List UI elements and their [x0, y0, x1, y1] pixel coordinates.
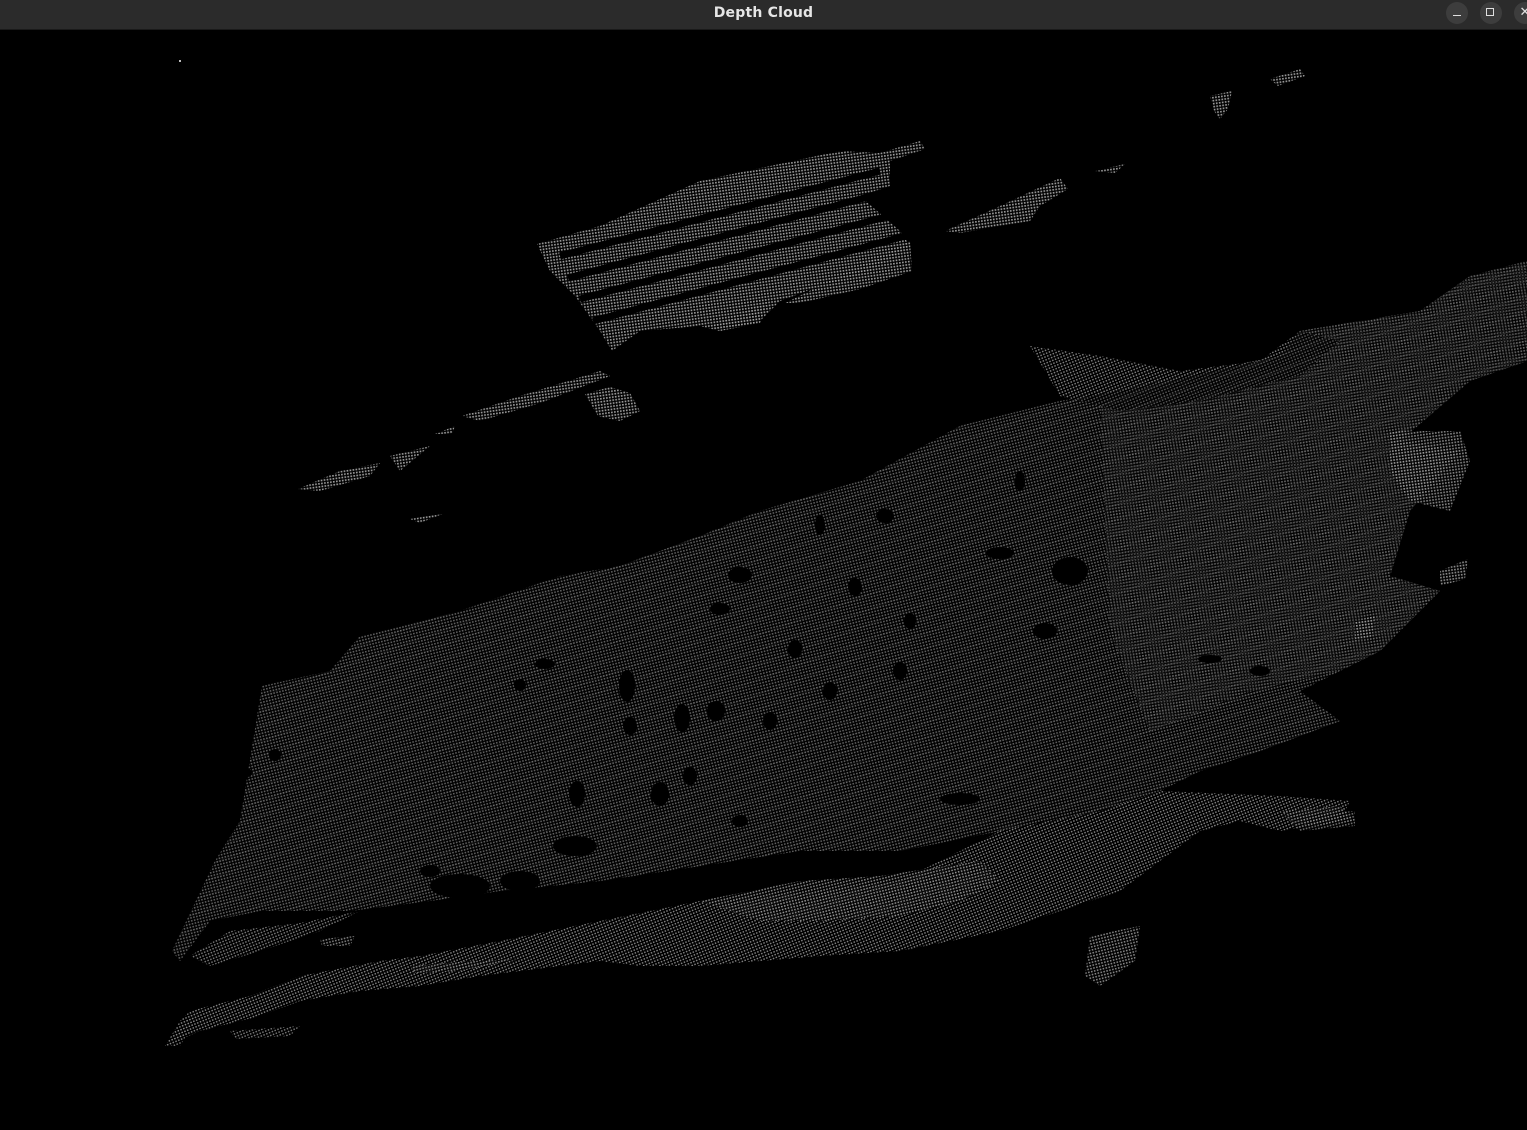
window-title: Depth Cloud [713, 5, 814, 21]
title-bar[interactable]: Depth Cloud ✕ [0, 0, 1527, 30]
point-cloud-canvas [165, 60, 1527, 1046]
minimize-button[interactable] [1446, 2, 1468, 24]
minimize-icon [1453, 15, 1461, 16]
close-button[interactable]: ✕ [1514, 2, 1527, 24]
point-cloud-viewport[interactable] [0, 31, 1527, 1130]
stray-point [179, 60, 181, 62]
depth-cloud-window: Depth Cloud ✕ [0, 0, 1527, 1130]
close-icon: ✕ [1519, 5, 1527, 20]
point-cloud-main-surface [172, 261, 1527, 961]
maximize-icon [1486, 8, 1494, 16]
maximize-button[interactable] [1480, 2, 1502, 24]
